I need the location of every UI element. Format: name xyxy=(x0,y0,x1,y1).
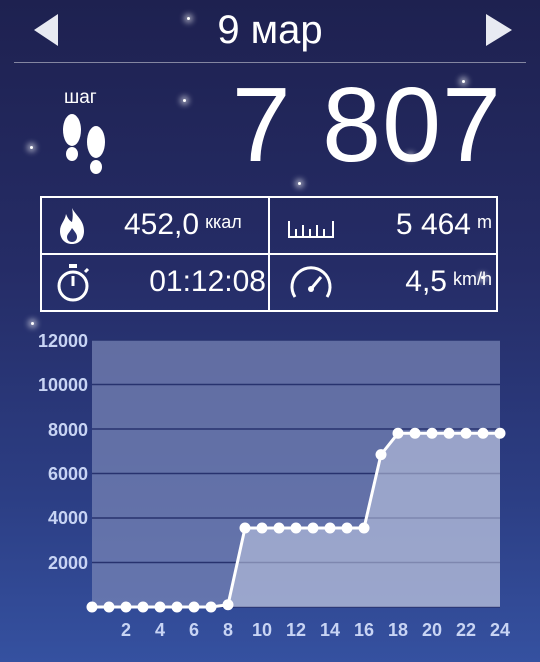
x-tick-label: 20 xyxy=(421,620,443,640)
x-tick-label: 16 xyxy=(353,620,375,640)
x-tick-label: 18 xyxy=(387,620,409,640)
data-point xyxy=(375,449,387,461)
data-point xyxy=(409,427,421,439)
data-point xyxy=(392,427,404,439)
data-point xyxy=(477,427,489,439)
x-tick-label: 4 xyxy=(154,620,165,640)
x-tick-label: 22 xyxy=(455,620,477,640)
x-tick-label: 8 xyxy=(222,620,233,640)
x-tick-label: 12 xyxy=(285,620,307,640)
x-tick-label: 14 xyxy=(319,620,341,640)
data-point xyxy=(443,427,455,439)
data-point xyxy=(103,601,115,613)
data-point xyxy=(171,601,183,613)
data-point xyxy=(256,522,268,534)
data-point xyxy=(341,522,353,534)
x-tick-label: 10 xyxy=(251,620,273,640)
data-point xyxy=(239,522,251,534)
data-point xyxy=(494,427,506,439)
steps-chart xyxy=(86,339,506,613)
data-point xyxy=(273,522,285,534)
x-tick-label: 24 xyxy=(489,620,511,640)
data-point xyxy=(222,599,234,611)
data-point xyxy=(426,427,438,439)
x-tick-label: 2 xyxy=(120,620,131,640)
data-point xyxy=(358,522,370,534)
data-point xyxy=(120,601,132,613)
data-point xyxy=(137,601,149,613)
data-point xyxy=(460,427,472,439)
data-point xyxy=(324,522,336,534)
data-point xyxy=(307,522,319,534)
data-point xyxy=(290,522,302,534)
data-point xyxy=(154,601,166,613)
x-tick-label: 6 xyxy=(188,620,199,640)
data-point xyxy=(205,601,217,613)
data-point xyxy=(188,601,200,613)
data-point xyxy=(86,601,98,613)
